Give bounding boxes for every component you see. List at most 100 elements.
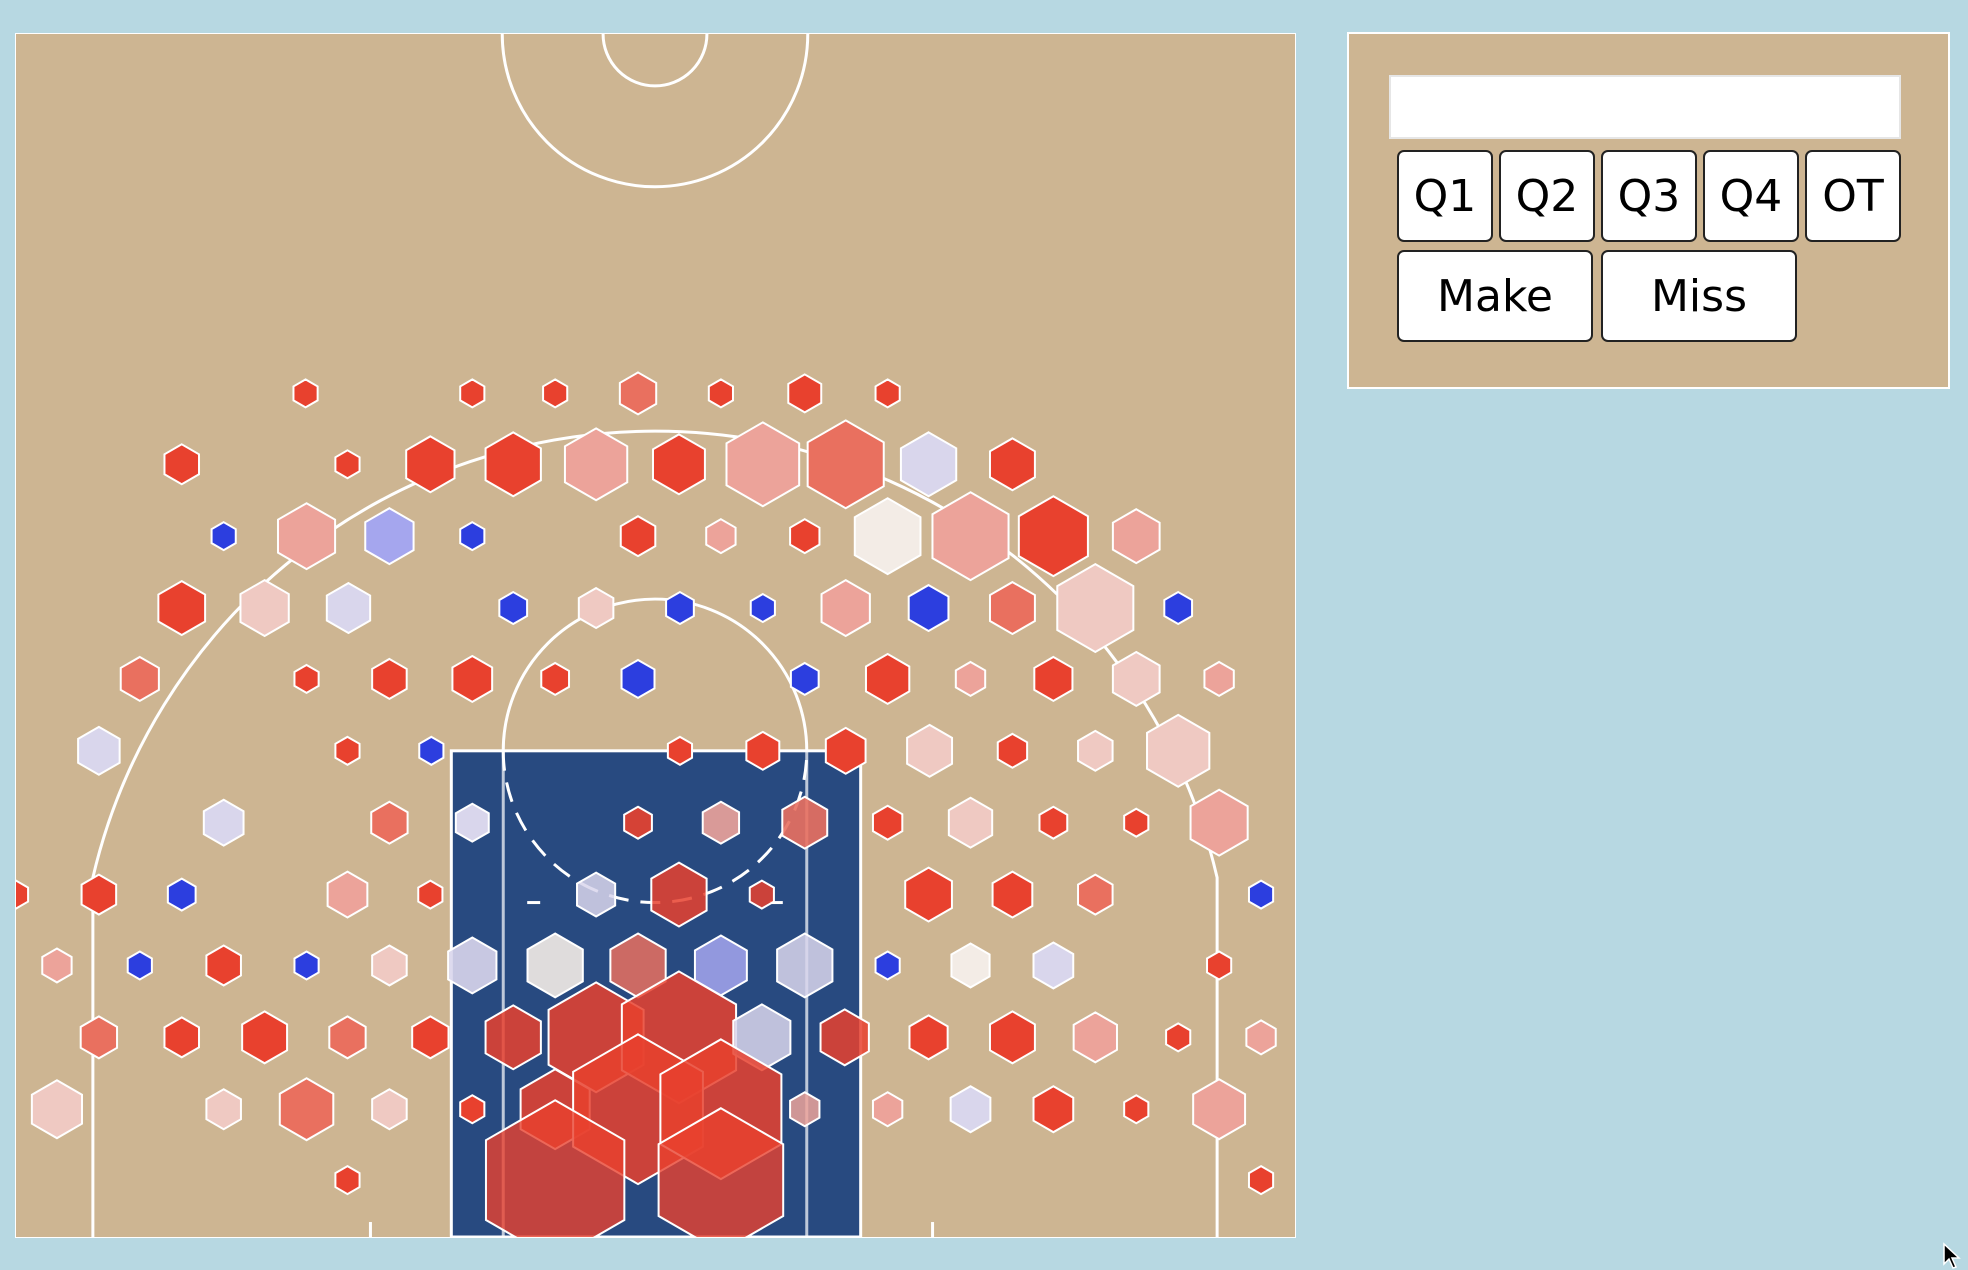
- shot-hexbin: [906, 723, 954, 778]
- shot-hexbin: [1245, 1019, 1277, 1056]
- shot-hexbin: [705, 518, 737, 555]
- player-search-input[interactable]: [1389, 75, 1901, 139]
- shot-hexbin: [292, 378, 319, 409]
- shot-hexbin: [334, 735, 361, 766]
- quarter-q4-button[interactable]: Q4: [1703, 150, 1799, 242]
- shot-hexbin: [459, 378, 486, 409]
- shot-hexbin: [623, 805, 653, 840]
- shot-hexbin: [80, 873, 118, 916]
- shot-hexbin: [498, 590, 529, 626]
- shot-hexbin: [988, 580, 1036, 636]
- shot-hexbin: [1111, 650, 1161, 708]
- shot-hexbin: [947, 796, 994, 849]
- quarter-q2-button[interactable]: Q2: [1499, 150, 1595, 242]
- filter-controls-panel: Q1 Q2 Q3 Q4 OT Make Miss: [1347, 32, 1950, 389]
- shot-hexbin: [874, 950, 901, 981]
- shot-hexbin: [949, 1085, 992, 1134]
- shot-hexbin: [241, 1010, 289, 1065]
- shot-hexbin: [1123, 807, 1150, 838]
- shot-hexbin: [665, 590, 695, 626]
- shot-hexbin: [459, 521, 486, 552]
- shot-hexbin: [325, 581, 372, 635]
- shot-hexbin: [1163, 590, 1194, 626]
- shot-hexbin: [540, 661, 571, 697]
- shot-hexbin: [1123, 1094, 1150, 1125]
- shot-hexbin: [666, 735, 694, 766]
- shot-hexbin: [874, 378, 901, 409]
- shot-hexbin: [205, 1088, 242, 1131]
- shot-hexbin: [210, 521, 237, 552]
- shot-hexbin: [1146, 713, 1211, 788]
- shot-hexbin: [701, 800, 741, 845]
- shot-hexbin: [163, 1016, 201, 1059]
- shot-hexbin: [418, 735, 445, 766]
- shot-hexbin: [371, 1088, 408, 1131]
- shot-hexbin: [276, 502, 337, 571]
- shot-hexbin: [1072, 1011, 1118, 1064]
- shot-hexbin: [577, 586, 615, 630]
- quarter-q1-button[interactable]: Q1: [1397, 150, 1493, 242]
- shot-hexbin: [1203, 660, 1235, 698]
- shot-hexbin: [79, 1015, 119, 1060]
- shot-hexbin: [991, 870, 1034, 919]
- court-svg: [16, 34, 1277, 1237]
- shot-hexbin: [41, 947, 73, 984]
- shot-hexbin: [163, 443, 201, 486]
- shot-hexbin: [77, 725, 121, 776]
- shot-hexbin: [1033, 655, 1074, 703]
- shot-hexbin: [996, 732, 1029, 769]
- center-circle-outer: [500, 34, 810, 189]
- shot-hexbin: [166, 877, 197, 912]
- shot-hexbin: [293, 950, 320, 981]
- shot-hexbin: [30, 1079, 83, 1140]
- shot-hexbin: [864, 652, 911, 706]
- shot-hexbin: [205, 944, 242, 987]
- shot-hexbin: [820, 578, 871, 638]
- shot-hexbin: [789, 1091, 821, 1128]
- shot-hexbin: [370, 800, 409, 845]
- shot-hexbin: [907, 583, 950, 633]
- shot-hexbin: [619, 515, 657, 558]
- miss-filter-button[interactable]: Miss: [1601, 250, 1797, 342]
- shot-hexbin: [749, 592, 776, 624]
- shot-hexbin: [908, 1014, 949, 1061]
- quarter-ot-button[interactable]: OT: [1805, 150, 1901, 242]
- shot-hexbin: [16, 879, 30, 910]
- shot-hexbin: [157, 579, 207, 637]
- shot-hexbin: [871, 804, 904, 841]
- shot-hexbin: [542, 378, 569, 409]
- shot-hexbin: [1165, 1022, 1192, 1053]
- shot-hexbin: [459, 1094, 486, 1125]
- shot-hexbin: [119, 655, 160, 703]
- shot-hexbin: [126, 950, 153, 981]
- shot-hexbin: [454, 802, 490, 843]
- shot-hexbin: [334, 449, 361, 480]
- shot-hexbin: [451, 654, 494, 704]
- mouse-pointer-icon: [1943, 1242, 1961, 1269]
- shot-hexbin: [328, 1015, 367, 1060]
- shot-hexbin: [931, 491, 1010, 582]
- shot-hexbin: [725, 421, 801, 508]
- shot-hexbin: [1032, 1085, 1075, 1134]
- shot-hexbin: [707, 378, 734, 409]
- quarter-q3-button[interactable]: Q3: [1601, 150, 1697, 242]
- shot-hexbin: [789, 518, 821, 555]
- make-filter-button[interactable]: Make: [1397, 250, 1593, 342]
- shot-hexbin: [202, 798, 245, 847]
- shot-hexbin: [1077, 873, 1114, 916]
- shot-hexbin: [293, 663, 320, 695]
- shot-chart-court: [15, 33, 1296, 1238]
- shot-hexbin: [1056, 562, 1135, 654]
- shot-hexbin: [652, 433, 706, 496]
- shot-hexbin: [371, 944, 408, 987]
- shot-hexbin: [1017, 495, 1089, 578]
- shot-hexbin: [988, 437, 1036, 492]
- shot-hexbin: [904, 866, 953, 923]
- shot-hexbin: [576, 871, 617, 918]
- shot-hexbin: [899, 431, 958, 498]
- shot-hexbin: [1111, 508, 1161, 565]
- shot-hexbin: [411, 1015, 450, 1060]
- shot-hexbin: [824, 726, 867, 775]
- center-circle-inner: [601, 34, 709, 88]
- shot-hexbin: [806, 419, 885, 510]
